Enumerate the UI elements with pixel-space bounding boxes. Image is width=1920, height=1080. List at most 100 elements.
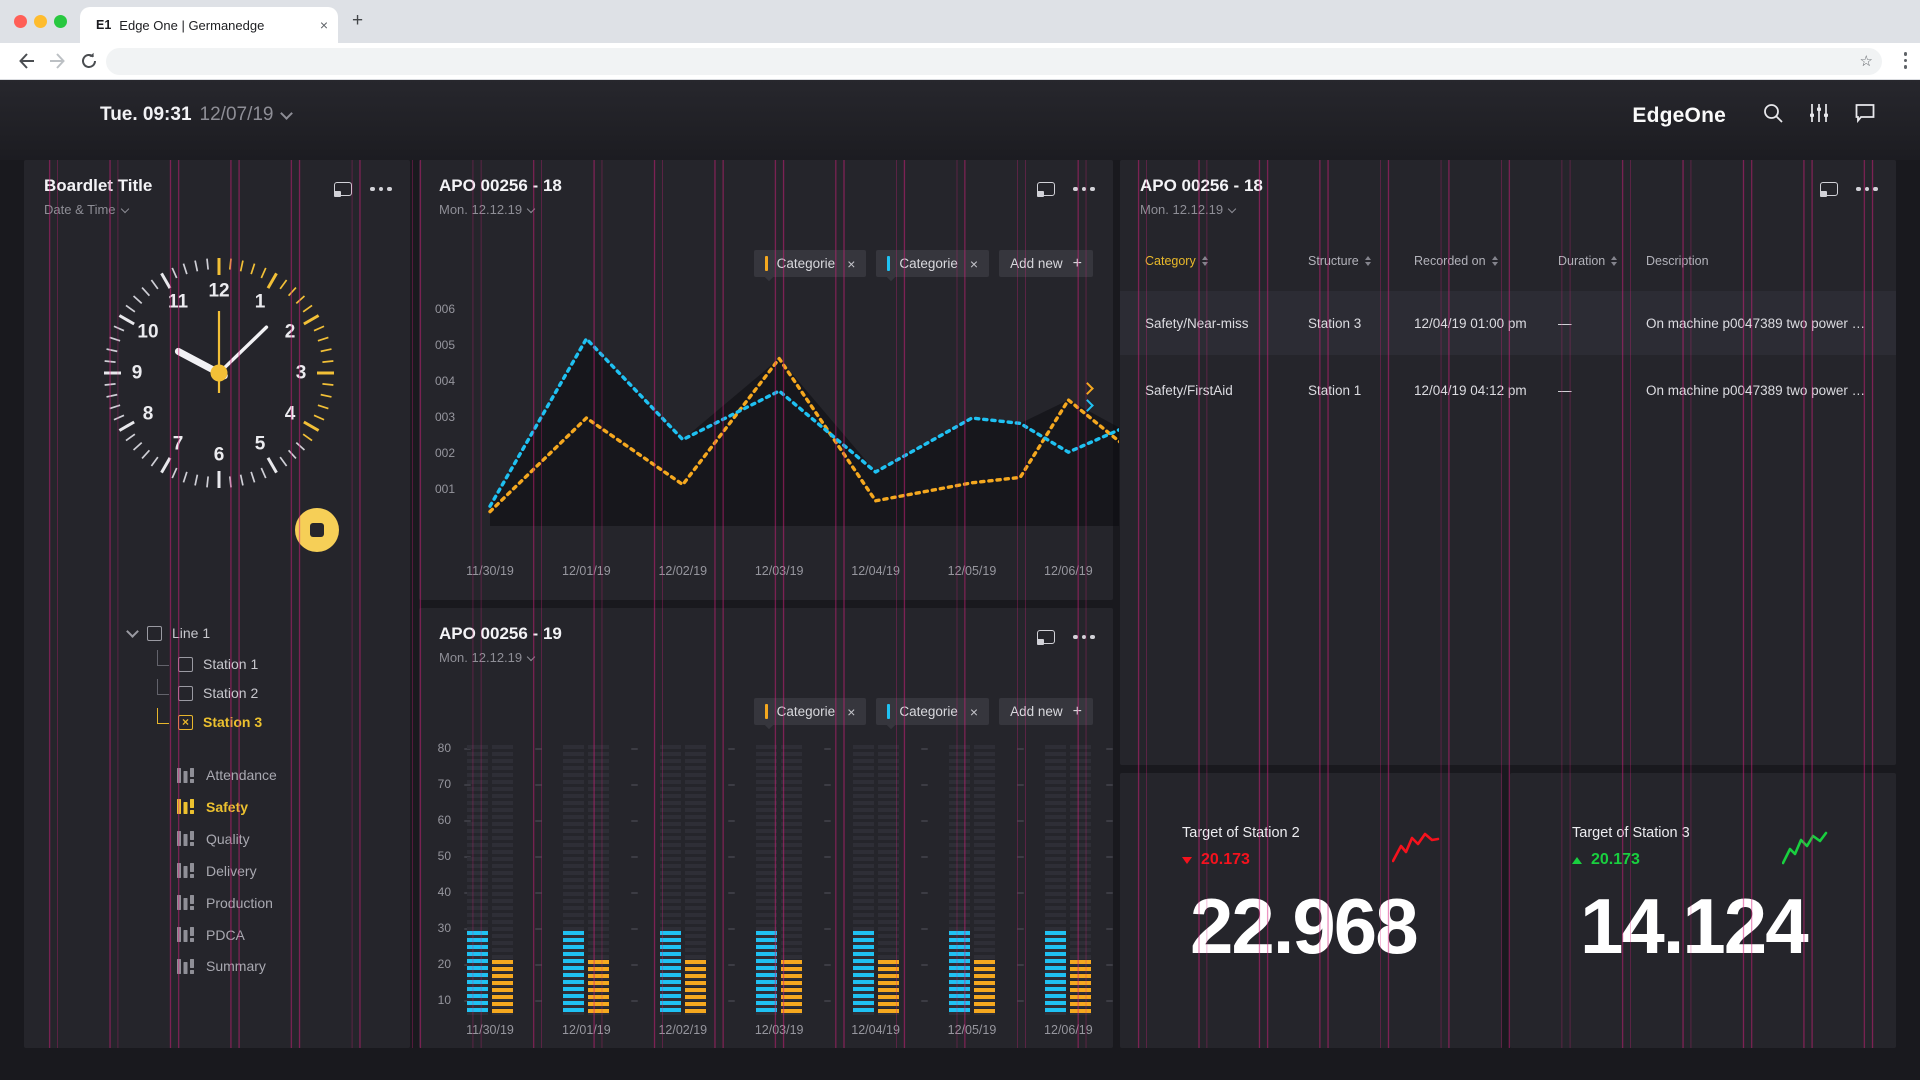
add-new-tag-button[interactable]: Add new+	[999, 698, 1093, 725]
resize-boardlet-icon[interactable]	[334, 182, 352, 196]
table-row[interactable]: Safety/FirstAidStation 112/04/19 04:12 p…	[1120, 355, 1896, 425]
grid-tick	[921, 856, 928, 858]
record-stop-button[interactable]	[295, 508, 339, 552]
menu-item-safety[interactable]: Safety	[177, 794, 248, 820]
svg-text:9: 9	[132, 363, 143, 384]
menu-item-pdca[interactable]: PDCA	[177, 922, 245, 948]
x-axis-label: 12/06/19	[1028, 1023, 1108, 1037]
tag-tail	[764, 273, 772, 281]
boardlet-date-select[interactable]: Mon. 12.12.19	[439, 202, 534, 217]
traffic-light-minimize[interactable]	[34, 15, 47, 28]
kpi-label: Target of Station 3	[1572, 825, 1690, 841]
url-bar[interactable]: ☆	[106, 48, 1882, 75]
tree-item-station[interactable]: Station 1	[157, 651, 258, 677]
back-icon[interactable]	[16, 51, 36, 76]
menu-item-summary[interactable]: Summary	[177, 953, 266, 979]
grid-tick	[1106, 928, 1113, 930]
boardlet-date-select[interactable]: Mon. 12.12.19	[1140, 202, 1235, 217]
category-tag[interactable]: Categorie×	[876, 250, 989, 277]
table-cell: Station 1	[1308, 383, 1414, 398]
chat-icon[interactable]	[1854, 103, 1876, 128]
grid-tick	[1106, 820, 1113, 822]
menu-item-delivery[interactable]: Delivery	[177, 858, 257, 884]
tab-close-icon[interactable]: ×	[320, 17, 328, 33]
more-options-icon[interactable]	[1073, 187, 1095, 192]
forward-icon[interactable]	[48, 51, 68, 76]
tag-label: Categorie	[777, 256, 836, 271]
topbar-right: EdgeOne	[1632, 102, 1876, 129]
topbar-datetime[interactable]: Tue. 09:31 12/07/19	[100, 104, 291, 126]
x-axis-label: 12/01/19	[546, 1023, 626, 1037]
column-header-structure[interactable]: Structure	[1308, 254, 1414, 268]
category-tag[interactable]: Categorie ×	[754, 250, 867, 277]
filters-icon[interactable]	[1808, 103, 1830, 128]
checkbox[interactable]	[178, 657, 193, 672]
resize-boardlet-icon[interactable]	[1037, 630, 1055, 644]
more-options-icon[interactable]	[1073, 635, 1095, 640]
grid-tick	[824, 892, 831, 894]
browser-tab[interactable]: E1 Edge One | Germanedge ×	[80, 7, 338, 43]
column-header-category[interactable]: Category	[1145, 254, 1308, 268]
grid-tick	[921, 928, 928, 930]
tree-item-station[interactable]: Station 2	[157, 680, 258, 706]
dashboard-grid-icon	[177, 959, 194, 974]
checkbox[interactable]	[147, 626, 162, 641]
svg-text:4: 4	[285, 404, 296, 425]
resize-boardlet-icon[interactable]	[1820, 182, 1838, 196]
chevron-down-icon[interactable]	[126, 625, 139, 638]
remove-tag-icon[interactable]: ×	[847, 704, 855, 720]
tree-item-root[interactable]: Line 1	[128, 620, 210, 646]
bookmark-star-icon[interactable]: ☆	[1860, 52, 1873, 70]
topbar-time: Tue. 09:31	[100, 104, 192, 126]
resize-boardlet-icon[interactable]	[1037, 182, 1055, 196]
search-icon[interactable]	[1762, 102, 1784, 129]
grid-tick	[631, 1000, 638, 1002]
menu-item-label: Summary	[206, 958, 266, 974]
column-header-duration[interactable]: Duration	[1558, 254, 1646, 268]
add-new-tag-button[interactable]: Add new+	[999, 250, 1093, 277]
chevron-down-icon[interactable]	[280, 107, 293, 120]
boardlet-date-select[interactable]: Mon. 12.12.19	[439, 650, 534, 665]
x-axis-label: 12/05/19	[932, 1023, 1012, 1037]
traffic-light-close[interactable]	[14, 15, 27, 28]
grid-tick	[921, 748, 928, 750]
remove-tag-icon[interactable]: ×	[970, 704, 978, 720]
tree-item-label: Station 3	[203, 714, 262, 730]
more-options-icon[interactable]	[1856, 187, 1878, 192]
grid-tick	[824, 748, 831, 750]
table-row[interactable]: Safety/Near-missStation 312/04/19 01:00 …	[1120, 291, 1896, 355]
kpi-value: 14.124	[1580, 881, 1807, 972]
tag-tail	[887, 721, 895, 729]
remove-tag-icon[interactable]: ×	[970, 256, 978, 272]
browser-toolbar: ☆	[0, 43, 1920, 80]
category-tag[interactable]: Categorie×	[754, 698, 867, 725]
category-tag[interactable]: Categorie×	[876, 698, 989, 725]
boardlet-kpi-station2: Target of Station 2 20.173 22.968	[1120, 773, 1502, 1048]
sort-icon[interactable]	[1492, 256, 1498, 266]
sort-down-arrow	[1492, 262, 1498, 266]
more-options-icon[interactable]	[370, 187, 392, 192]
traffic-light-zoom[interactable]	[54, 15, 67, 28]
column-header-recorded-on[interactable]: Recorded on	[1414, 254, 1558, 268]
menu-item-label: Attendance	[206, 767, 277, 783]
sort-icon[interactable]	[1202, 256, 1208, 266]
sort-icon[interactable]	[1611, 256, 1617, 266]
boardlet-type-select[interactable]: Date & Time	[44, 202, 128, 217]
sort-up-arrow	[1365, 256, 1371, 260]
checkbox[interactable]	[178, 686, 193, 701]
remove-tag-icon[interactable]: ×	[847, 256, 855, 272]
reload-icon[interactable]	[80, 52, 98, 75]
sort-icon[interactable]	[1365, 256, 1371, 266]
menu-item-quality[interactable]: Quality	[177, 826, 250, 852]
checkbox[interactable]: ×	[178, 715, 193, 730]
menu-item-production[interactable]: Production	[177, 890, 273, 916]
grid-tick	[921, 820, 928, 822]
menu-item-attendance[interactable]: Attendance	[177, 762, 277, 788]
grid-tick	[824, 784, 831, 786]
browser-menu-icon[interactable]	[1904, 52, 1908, 69]
new-tab-button[interactable]: +	[352, 10, 363, 32]
grid-tick	[1106, 1000, 1113, 1002]
y-axis-label: 003	[421, 410, 455, 424]
tree-item-station[interactable]: × Station 3	[157, 709, 262, 735]
grid-tick	[824, 820, 831, 822]
